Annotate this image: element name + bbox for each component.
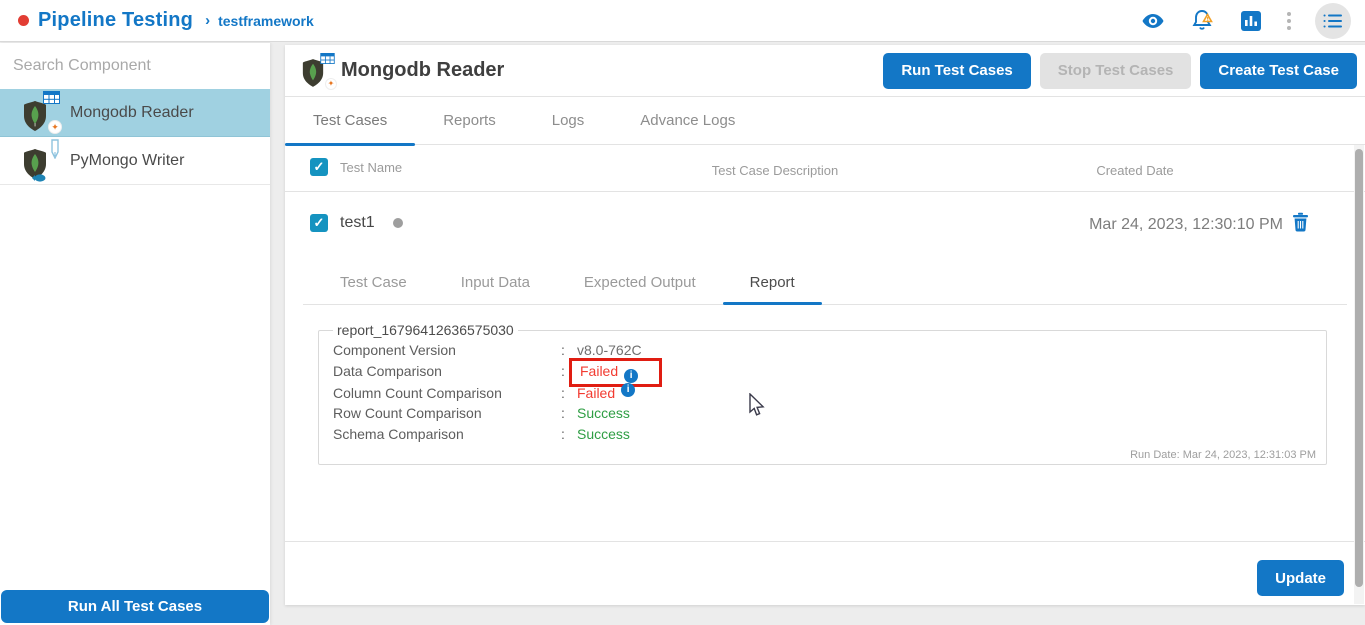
- run-date: Run Date: Mar 24, 2023, 12:31:03 PM: [1130, 449, 1316, 461]
- main-panel: ✦ Mongodb Reader Run Test Cases Stop Tes…: [285, 45, 1365, 605]
- delete-icon[interactable]: [1292, 212, 1309, 237]
- brand-dot-icon: [18, 15, 29, 26]
- pen-overlay-icon: [50, 138, 60, 164]
- pymongo-writer-icon: [22, 138, 59, 182]
- bar-chart-icon[interactable]: [1239, 9, 1263, 33]
- sidebar-item-pymongo-writer[interactable]: PyMongo Writer: [0, 137, 270, 185]
- sidebar-item-label: PyMongo Writer: [70, 151, 185, 169]
- column-header-created-date: Created Date: [1096, 163, 1174, 178]
- main-tabs: Test Cases Reports Logs Advance Logs: [285, 97, 1365, 146]
- report-row-row-count: Row Count Comparison : Success: [333, 403, 1314, 424]
- table-overlay-icon: [320, 51, 335, 69]
- tab-logs[interactable]: Logs: [524, 97, 613, 144]
- column-header-test-name: Test Name: [340, 159, 403, 175]
- breadcrumb[interactable]: testframework: [218, 13, 314, 29]
- sidebar-item-label: Mongodb Reader: [70, 103, 194, 121]
- report-row-component-version: Component Version : v8.0-762C: [333, 340, 1314, 361]
- update-button[interactable]: Update: [1257, 560, 1344, 596]
- subtab-input-data[interactable]: Input Data: [434, 260, 557, 304]
- test-case-name[interactable]: test1: [340, 214, 375, 232]
- more-vertical-icon[interactable]: [1287, 11, 1291, 30]
- stop-test-cases-button[interactable]: Stop Test Cases: [1039, 52, 1192, 89]
- component-header: ✦ Mongodb Reader Run Test Cases Stop Tes…: [285, 45, 1365, 97]
- report-legend: report_16796412636575030: [337, 322, 514, 338]
- mongodb-reader-icon: ✦: [22, 90, 62, 134]
- select-all-checkbox[interactable]: ✓: [310, 158, 328, 176]
- eye-icon[interactable]: [1141, 9, 1165, 33]
- fish-badge-icon: [31, 170, 46, 188]
- tab-reports[interactable]: Reports: [415, 97, 524, 144]
- row-count-value: Success: [577, 405, 630, 421]
- tab-test-cases[interactable]: Test Cases: [285, 97, 416, 146]
- report-row-schema: Schema Comparison : Success: [333, 424, 1314, 445]
- report-row-column-count: Column Count Comparison : Failed i: [333, 382, 1314, 404]
- schema-comparison-value: Success: [577, 425, 630, 442]
- subtab-expected-output[interactable]: Expected Output: [557, 260, 723, 304]
- top-bar: Pipeline Testing › testframework: [0, 0, 1365, 42]
- create-test-case-button[interactable]: Create Test Case: [1200, 52, 1357, 89]
- page-title: Mongodb Reader: [341, 59, 505, 81]
- info-icon[interactable]: i: [624, 368, 639, 383]
- app-title: Pipeline Testing: [38, 9, 194, 31]
- created-date-value: Mar 24, 2023, 12:30:10 PM: [1089, 215, 1283, 233]
- tab-advance-logs[interactable]: Advance Logs: [612, 97, 763, 144]
- table-overlay-icon: [43, 90, 60, 109]
- report-row-data-comparison: Data Comparison : Failed i: [333, 357, 1314, 387]
- search-component-input[interactable]: [0, 43, 270, 89]
- test-case-subtabs: Test Case Input Data Expected Output Rep…: [303, 260, 1347, 305]
- status-dot-icon: [392, 218, 403, 228]
- footer-divider: [285, 541, 1365, 542]
- subtab-test-case[interactable]: Test Case: [313, 260, 434, 304]
- vertical-scrollbar[interactable]: [1354, 145, 1364, 604]
- row-checkbox[interactable]: ✓: [310, 214, 328, 232]
- component-sidebar: ✦ Mongodb Reader PyMongo Writer Run All …: [0, 43, 270, 625]
- star-badge-icon: ✦: [325, 77, 337, 90]
- subtab-report[interactable]: Report: [722, 260, 822, 305]
- star-badge-icon: ✦: [48, 119, 62, 134]
- column-count-value: Failed: [577, 384, 616, 401]
- component-title-icon: ✦: [301, 52, 337, 90]
- table-header: ✓ Test Name Test Case Description Create…: [285, 145, 1365, 192]
- column-header-description: Test Case Description: [711, 163, 839, 178]
- run-all-test-cases-button[interactable]: Run All Test Cases: [1, 590, 269, 623]
- info-icon[interactable]: i: [621, 382, 636, 397]
- breadcrumb-chevron-icon: ›: [205, 12, 211, 29]
- menu-list-icon[interactable]: [1315, 2, 1351, 39]
- sidebar-item-mongodb-reader[interactable]: ✦ Mongodb Reader: [0, 89, 270, 137]
- table-row: ✓ test1 Mar 24, 2023, 12:30:10 PM: [285, 192, 1365, 252]
- data-comparison-value: Failed: [580, 362, 619, 379]
- run-test-cases-button[interactable]: Run Test Cases: [883, 52, 1031, 89]
- report-panel: report_16796412636575030 Component Versi…: [318, 322, 1327, 465]
- notification-bell-icon[interactable]: [1189, 8, 1215, 34]
- scrollbar-thumb[interactable]: [1355, 149, 1363, 587]
